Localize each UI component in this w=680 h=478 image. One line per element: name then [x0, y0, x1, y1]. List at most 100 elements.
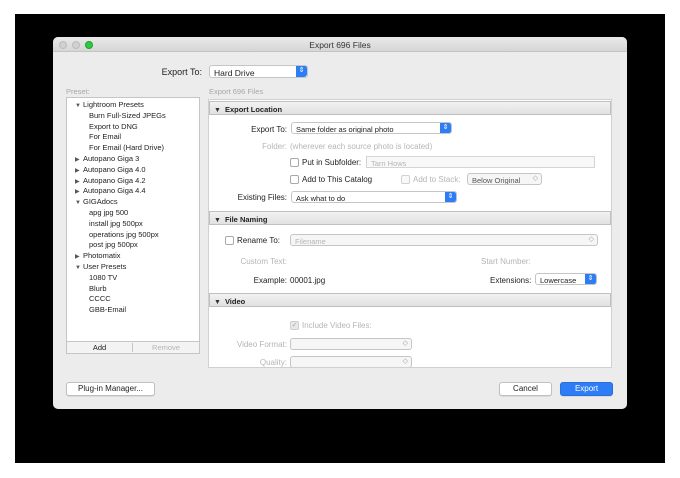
disclosure-collapsed-icon[interactable]: ▶ [75, 156, 83, 163]
preset-folder[interactable]: ▶ Photomatix [75, 251, 121, 260]
rename-template-value: Filename [295, 236, 326, 246]
disclosure-triangle-icon: ▼ [214, 106, 221, 114]
example-label: Example: [253, 276, 287, 285]
popup-arrows-icon: ⇕ [296, 66, 307, 77]
existing-files-popup[interactable]: Ask what to do ⇕ [291, 191, 457, 203]
add-preset-button[interactable]: Add [67, 343, 133, 352]
rename-to-label: Rename To: [237, 236, 280, 245]
preset-item[interactable]: Export to DNG [89, 122, 138, 131]
preset-label: Preset: [66, 87, 90, 96]
preset-item[interactable]: For Email [89, 132, 121, 141]
popup-arrows-icon: ◇ [588, 236, 594, 243]
title-bar: Export 696 Files [53, 37, 627, 52]
remove-preset-button[interactable]: Remove [133, 343, 199, 352]
extensions-value: Lowercase [540, 275, 577, 285]
add-to-catalog-label: Add to This Catalog [302, 175, 373, 184]
preset-folder[interactable]: ▶ Autopano Giga 4.0 [75, 165, 146, 174]
video-quality-popup[interactable]: ◇ [290, 356, 412, 367]
preset-item[interactable]: 1080 TV [89, 273, 117, 282]
popup-arrows-icon: ◇ [402, 340, 408, 347]
preset-item[interactable]: operations jpg 500px [89, 230, 159, 239]
export-target-popup[interactable]: Hard Drive ⇕ [209, 65, 308, 78]
popup-arrows-icon: ⇕ [440, 123, 451, 133]
preset-folder[interactable]: ▶ Autopano Giga 4.4 [75, 186, 146, 195]
preset-item[interactable]: install jpg 500px [89, 219, 143, 228]
add-to-stack-checkbox[interactable] [401, 175, 410, 184]
preset-folder[interactable]: ▶ Autopano Giga 4.2 [75, 176, 146, 185]
export-location-header[interactable]: ▼ Export Location [209, 101, 611, 115]
preset-item[interactable]: post jpg 500px [89, 240, 138, 249]
video-title: Video [224, 296, 246, 306]
export-location-title: Export Location [224, 104, 283, 114]
preset-buttons-bar: Add Remove [67, 341, 199, 353]
video-format-label: Video Format: [236, 340, 287, 349]
preset-folder[interactable]: ▼ GIGAdocs [75, 197, 118, 206]
preset-item[interactable]: Blurb [89, 284, 107, 293]
rename-to-checkbox[interactable] [225, 236, 234, 245]
quality-label: Quality: [259, 358, 287, 367]
location-export-to-value: Same folder as original photo [296, 124, 394, 134]
preset-folder[interactable]: ▼ User Presets [75, 262, 126, 271]
add-to-catalog-checkbox[interactable] [290, 175, 299, 184]
start-number-label: Start Number: [481, 257, 531, 266]
preset-folder-label: Lightroom Presets [83, 100, 144, 109]
location-export-to-popup[interactable]: Same folder as original photo ⇕ [291, 122, 452, 134]
video-format-popup[interactable]: ◇ [290, 338, 412, 350]
popup-arrows-icon: ⇕ [585, 274, 596, 284]
custom-text-label: Custom Text: [240, 257, 287, 266]
preset-folder-label: Autopano Giga 4.2 [83, 175, 146, 185]
preset-folder-label: Autopano Giga 4.4 [83, 186, 146, 196]
disclosure-expanded-icon[interactable]: ▼ [75, 200, 83, 206]
put-in-subfolder-checkbox[interactable] [290, 158, 299, 167]
disclosure-triangle-icon: ▼ [214, 298, 221, 306]
example-filename: 00001.jpg [290, 276, 326, 285]
location-export-to-label: Export To: [251, 125, 287, 134]
export-settings-panel: ▼ Export Location Export To: Same folder … [208, 99, 612, 368]
subfolder-name-field[interactable]: Tarn Hows [366, 156, 595, 168]
disclosure-collapsed-icon[interactable]: ▶ [75, 188, 83, 195]
disclosure-collapsed-icon[interactable]: ▶ [75, 253, 83, 260]
export-button[interactable]: Export [560, 382, 613, 396]
popup-arrows-icon: ◇ [402, 358, 408, 365]
disclosure-triangle-icon: ▼ [214, 216, 221, 224]
disclosure-expanded-icon[interactable]: ▼ [75, 103, 83, 109]
put-in-subfolder-label: Put in Subfolder: [302, 158, 362, 167]
window-title: Export 696 Files [309, 40, 371, 50]
stack-position-popup[interactable]: Below Original ◇ [467, 173, 542, 185]
folder-label: Folder: [262, 142, 287, 151]
preset-folder-label: Autopano Giga 4.0 [83, 164, 146, 174]
disclosure-collapsed-icon[interactable]: ▶ [75, 167, 83, 174]
export-to-label: Export To: [161, 67, 202, 77]
export-target-value: Hard Drive [214, 67, 255, 78]
preset-item[interactable]: GBB-Email [89, 305, 126, 314]
preset-item[interactable]: apg jpg 500 [89, 208, 128, 217]
preset-folder[interactable]: ▶ Autopano Giga 3 [75, 154, 139, 163]
preset-item[interactable]: Burn Full-Sized JPEGs [89, 111, 166, 120]
disclosure-collapsed-icon[interactable]: ▶ [75, 178, 83, 185]
include-video-label: Include Video Files: [302, 321, 372, 330]
popup-arrows-icon: ◇ [532, 175, 538, 182]
cancel-button[interactable]: Cancel [499, 382, 552, 396]
rename-template-popup[interactable]: Filename ◇ [290, 234, 598, 246]
add-to-stack-label: Add to Stack: [413, 175, 461, 184]
plugin-manager-button[interactable]: Plug-in Manager... [66, 382, 155, 396]
video-header[interactable]: ▼ Video [209, 293, 611, 307]
file-naming-title: File Naming [224, 214, 268, 224]
preset-folder-label: User Presets [83, 262, 127, 271]
extensions-popup[interactable]: Lowercase ⇕ [535, 273, 597, 285]
preset-folder-label: Photomatix [83, 251, 121, 261]
export-count-subheading: Export 696 Files [209, 87, 264, 96]
file-naming-header[interactable]: ▼ File Naming [209, 211, 611, 225]
extensions-label: Extensions: [490, 276, 532, 285]
preset-folder-label: GIGAdocs [83, 197, 118, 207]
stack-position-value: Below Original [472, 175, 521, 185]
popup-arrows-icon: ⇕ [445, 192, 456, 202]
disclosure-expanded-icon[interactable]: ▼ [75, 265, 83, 271]
preset-item[interactable]: For Email (Hard Drive) [89, 143, 164, 152]
preset-item[interactable]: CCCC [89, 294, 111, 303]
existing-files-label: Existing Files: [237, 193, 287, 202]
preset-folder[interactable]: ▼ Lightroom Presets [75, 100, 144, 109]
preset-list: ▼ Lightroom Presets Burn Full-Sized JPEGs E… [66, 97, 200, 354]
folder-value: (wherever each source photo is located) [290, 142, 433, 151]
include-video-checkbox[interactable]: ✓ [290, 321, 299, 330]
